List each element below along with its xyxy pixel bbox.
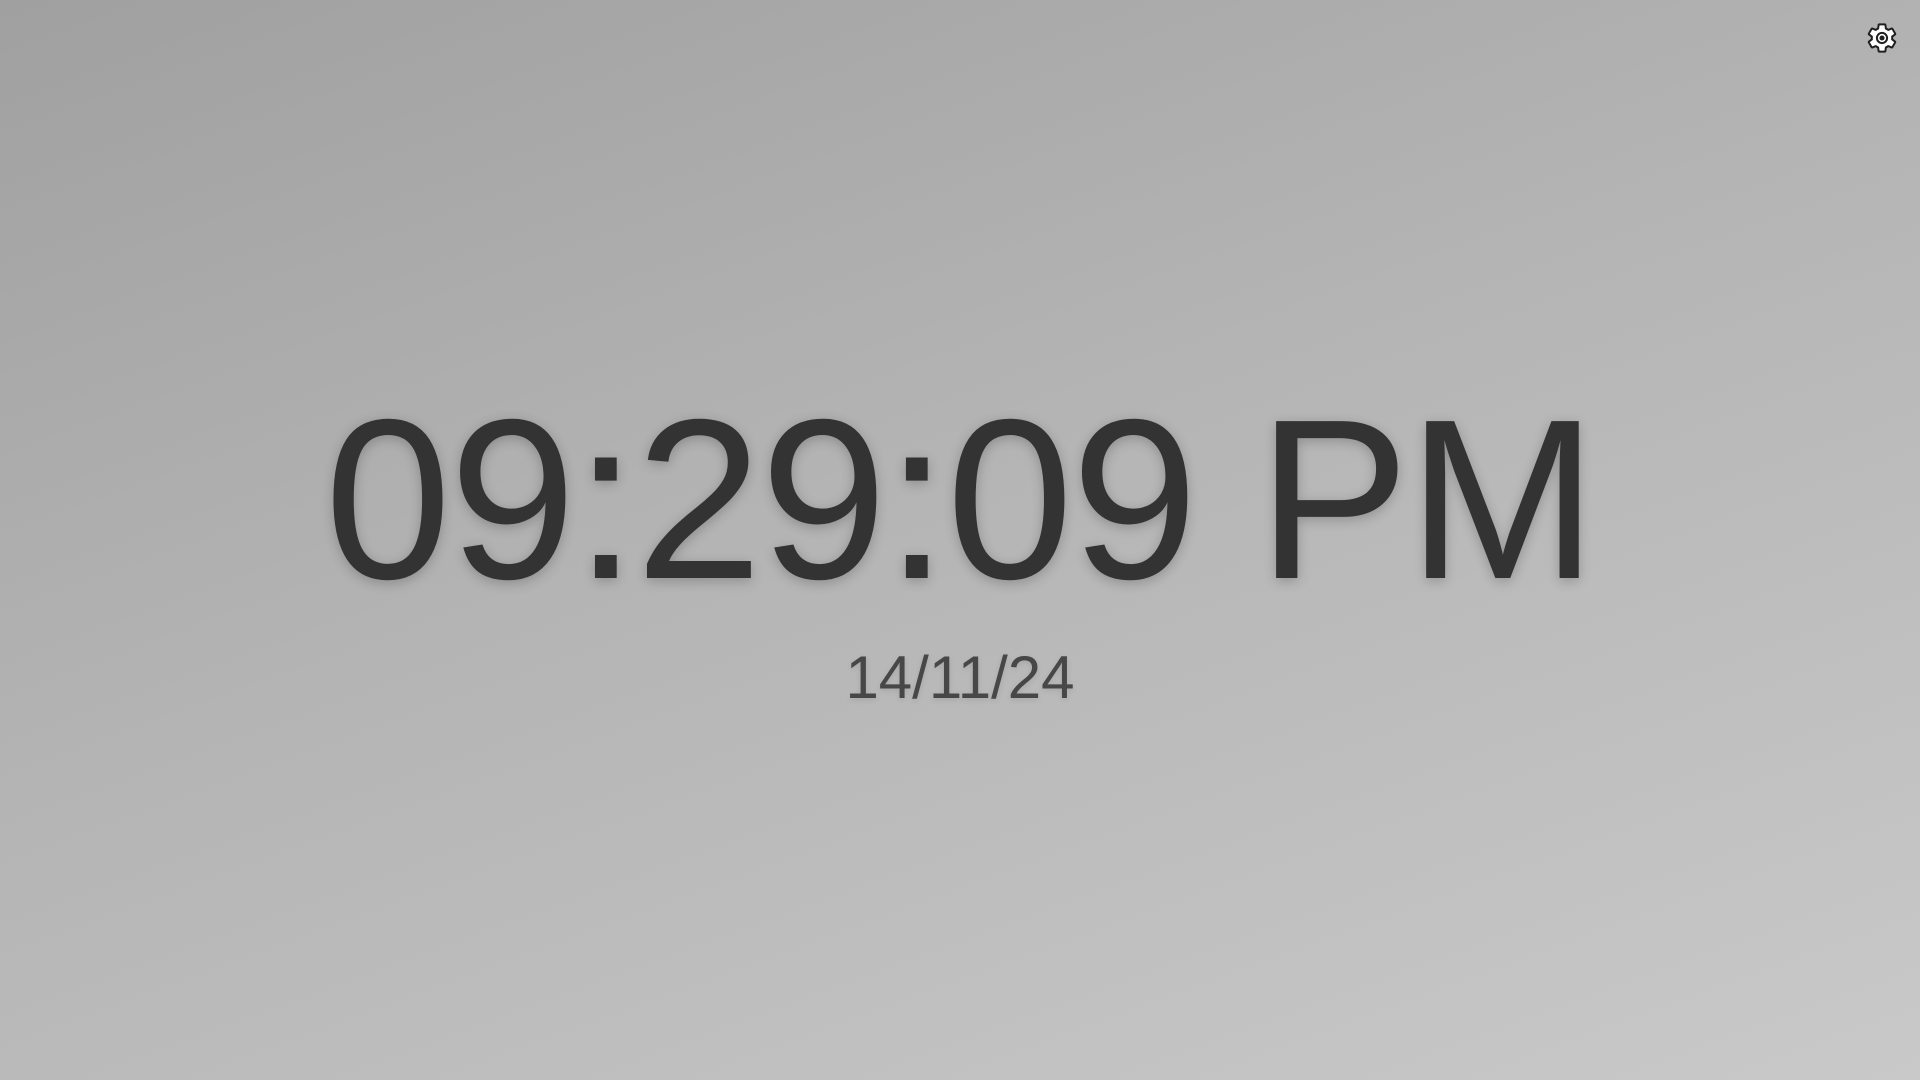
gear-icon — [1865, 21, 1899, 55]
clock-time: 09:29:09 PM — [324, 373, 1598, 627]
clock-date: 14/11/24 — [845, 644, 1075, 711]
settings-button[interactable] — [1862, 18, 1902, 58]
clock-screen: 09:29:09 PM 14/11/24 — [0, 0, 1920, 1080]
